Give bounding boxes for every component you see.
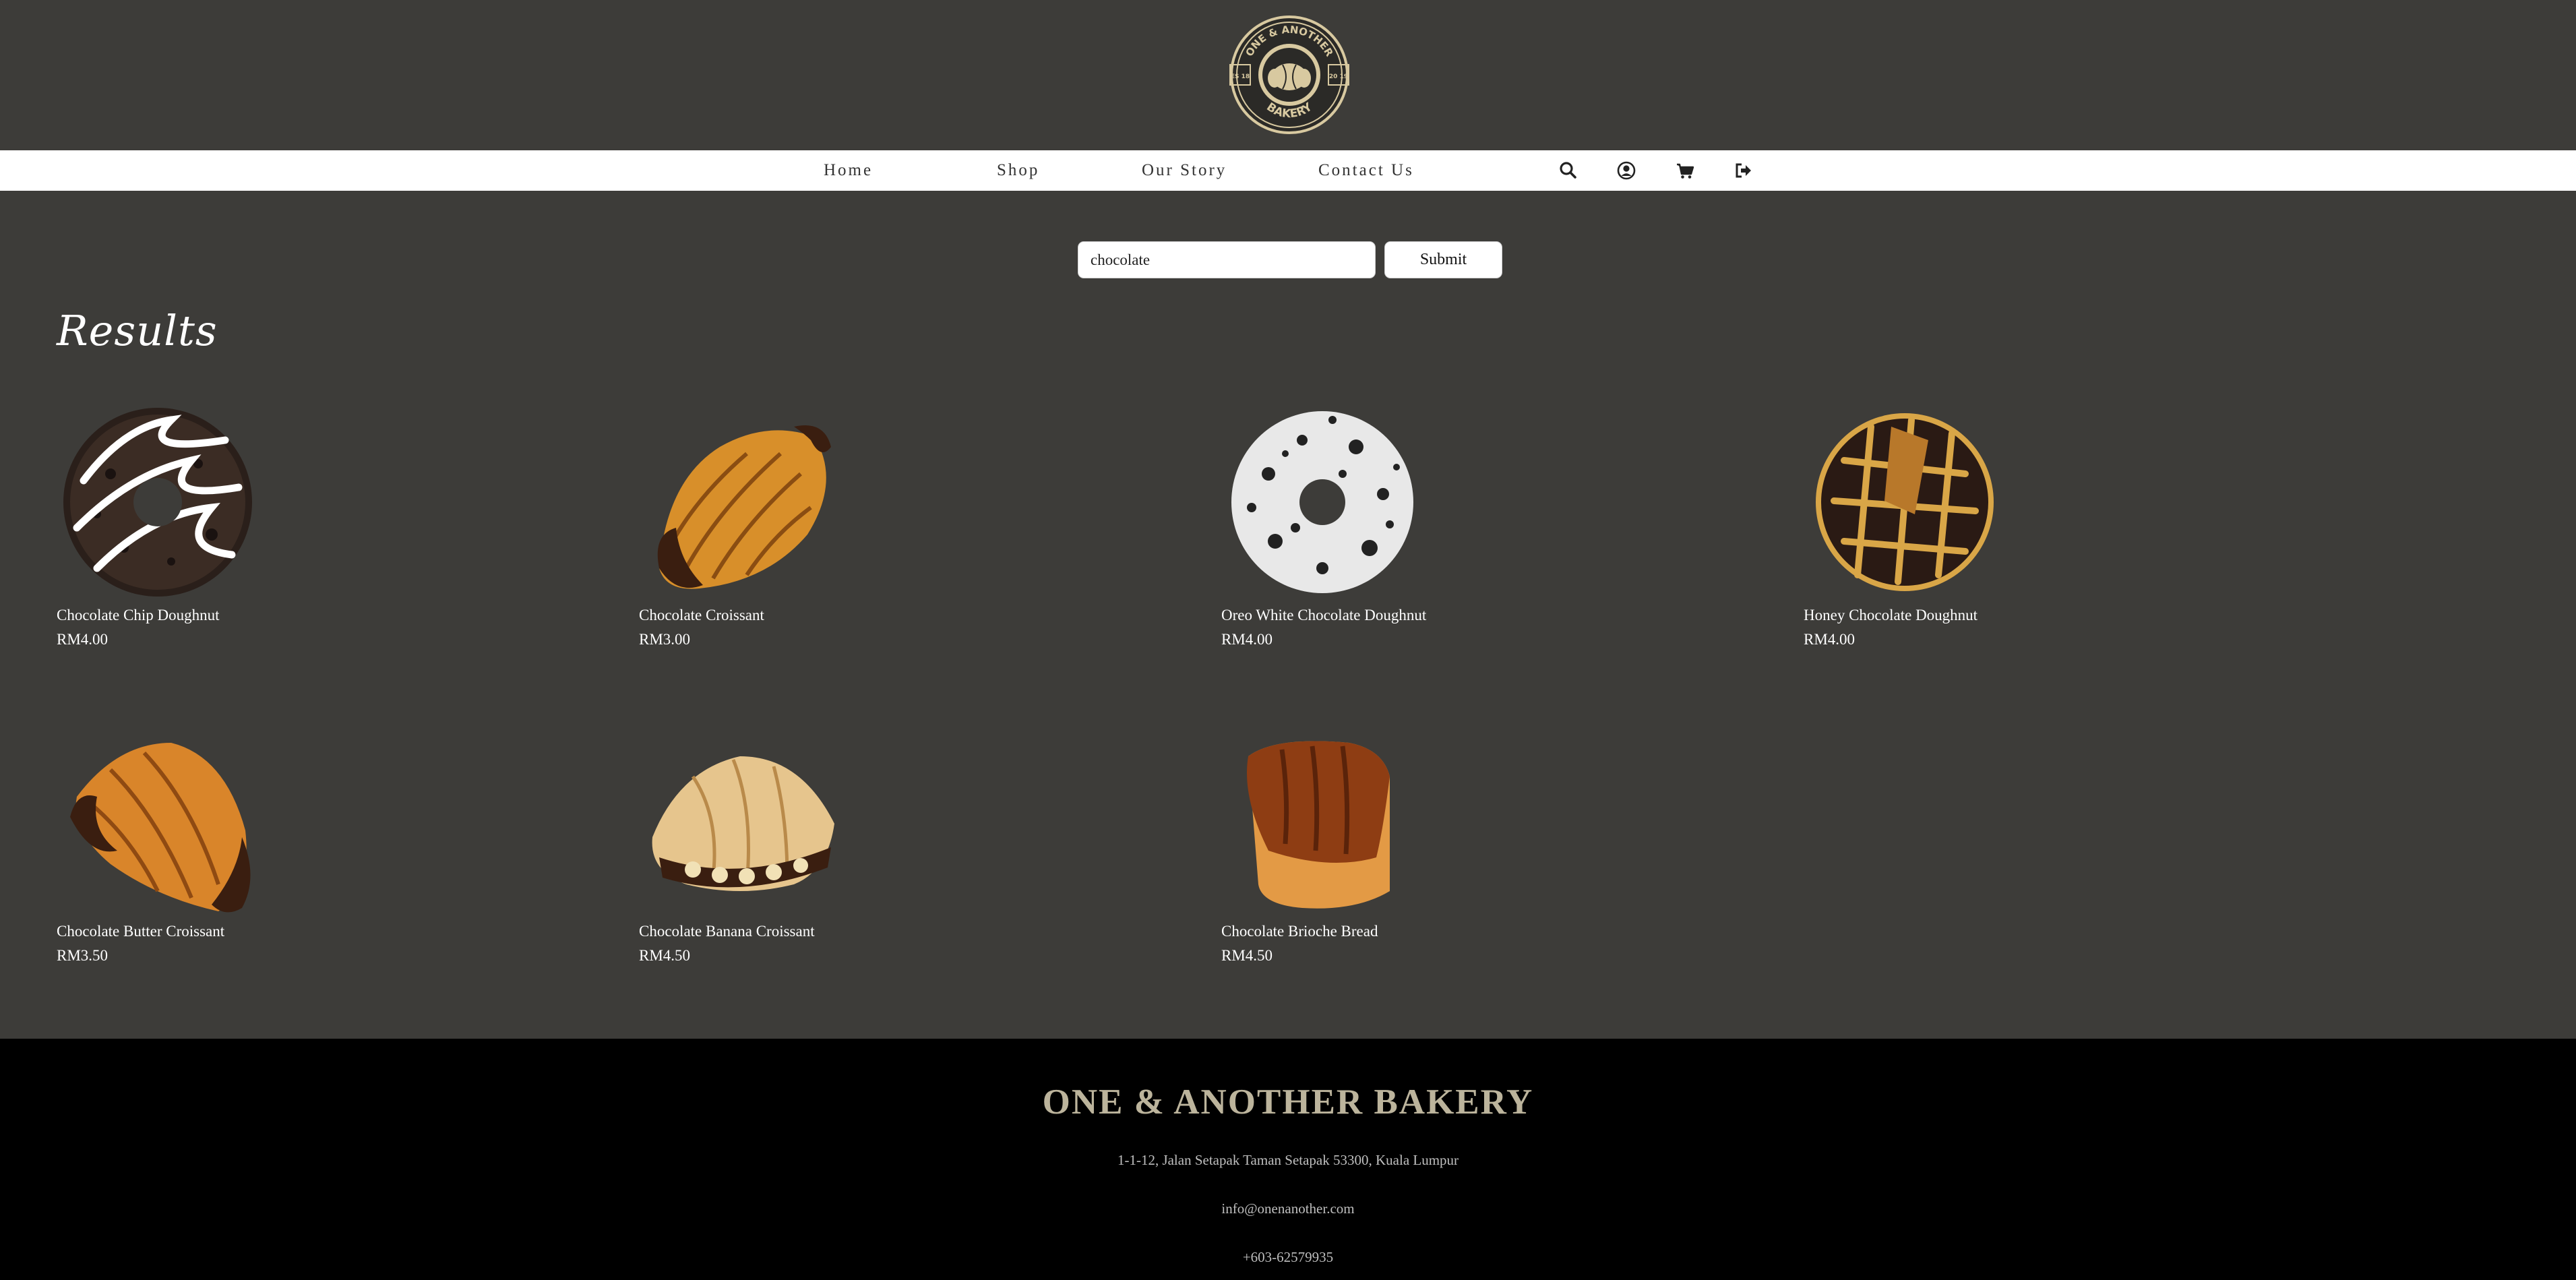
logo-right-text: 20 19 bbox=[1329, 73, 1348, 80]
nav-our-story[interactable]: Our Story bbox=[1142, 160, 1227, 181]
oreo-white-chocolate-doughnut-image[interactable] bbox=[1221, 400, 1423, 602]
account-icon[interactable] bbox=[1616, 160, 1637, 181]
product-name[interactable]: Chocolate Butter Croissant bbox=[57, 923, 224, 940]
chocolate-butter-croissant-image[interactable] bbox=[57, 716, 259, 918]
product-name[interactable]: Oreo White Chocolate Doughnut bbox=[1221, 607, 1426, 624]
logout-icon[interactable] bbox=[1733, 160, 1754, 181]
product-price: RM3.50 bbox=[57, 947, 109, 964]
nav-contact-us[interactable]: Contact Us bbox=[1318, 160, 1414, 181]
product-price: RM4.00 bbox=[1221, 631, 1273, 648]
product-card[interactable]: Honey Chocolate Doughnut RM4.00 bbox=[1804, 400, 2275, 663]
product-card[interactable]: Chocolate Brioche Bread RM4.50 bbox=[1221, 716, 1693, 979]
chocolate-banana-croissant-image[interactable] bbox=[639, 716, 841, 918]
footer-email[interactable]: info@onenanother.com bbox=[0, 1200, 2576, 1217]
product-card[interactable]: Chocolate Banana Croissant RM4.50 bbox=[639, 716, 1111, 979]
honey-chocolate-doughnut-image[interactable] bbox=[1804, 400, 2006, 602]
search-icon[interactable] bbox=[1558, 160, 1579, 181]
product-name[interactable]: Chocolate Croissant bbox=[639, 607, 764, 624]
results-heading: Results bbox=[57, 306, 218, 355]
site-footer: ONE & ANOTHER BAKERY 1-1-12, Jalan Setap… bbox=[0, 1039, 2576, 1280]
main-nav: Home Shop Our Story Contact Us bbox=[0, 150, 2576, 191]
product-price: RM4.00 bbox=[57, 631, 109, 648]
product-name[interactable]: Chocolate Brioche Bread bbox=[1221, 923, 1378, 940]
chocolate-brioche-bread-image[interactable] bbox=[1221, 716, 1423, 918]
product-price: RM4.50 bbox=[1221, 947, 1273, 964]
product-card[interactable]: Oreo White Chocolate Doughnut RM4.00 bbox=[1221, 400, 1693, 663]
product-card[interactable]: Chocolate Croissant RM3.00 bbox=[639, 400, 1111, 663]
product-price: RM4.50 bbox=[639, 947, 691, 964]
footer-phone: +603-62579935 bbox=[1242, 1249, 1334, 1265]
product-card[interactable]: Chocolate Chip Doughnut RM4.00 bbox=[57, 400, 528, 663]
chocolate-croissant-image[interactable] bbox=[639, 400, 841, 602]
bakery-logo[interactable]: ES 18 20 19 ONE & ANOTHER BAKERY bbox=[1222, 15, 1357, 135]
product-name[interactable]: Chocolate Banana Croissant bbox=[639, 923, 815, 940]
product-price: RM3.00 bbox=[639, 631, 691, 648]
product-name[interactable]: Honey Chocolate Doughnut bbox=[1804, 607, 1977, 624]
footer-address: 1-1-12, Jalan Setapak Taman Setapak 5330… bbox=[1117, 1152, 1459, 1168]
nav-shop[interactable]: Shop bbox=[997, 160, 1039, 181]
product-price: RM4.00 bbox=[1804, 631, 1856, 648]
chocolate-chip-doughnut-image[interactable] bbox=[57, 400, 259, 602]
footer-title: ONE & ANOTHER BAKERY bbox=[1042, 1083, 1534, 1122]
nav-home[interactable]: Home bbox=[824, 160, 873, 181]
product-name[interactable]: Chocolate Chip Doughnut bbox=[57, 607, 219, 624]
product-card[interactable]: Chocolate Butter Croissant RM3.50 bbox=[57, 716, 528, 979]
submit-button[interactable]: Submit bbox=[1384, 241, 1502, 278]
cart-icon[interactable] bbox=[1674, 160, 1696, 181]
site-header: ES 18 20 19 ONE & ANOTHER BAKERY bbox=[0, 0, 2576, 150]
search-input[interactable] bbox=[1078, 241, 1376, 278]
logo-left-text: ES 18 bbox=[1231, 73, 1250, 80]
